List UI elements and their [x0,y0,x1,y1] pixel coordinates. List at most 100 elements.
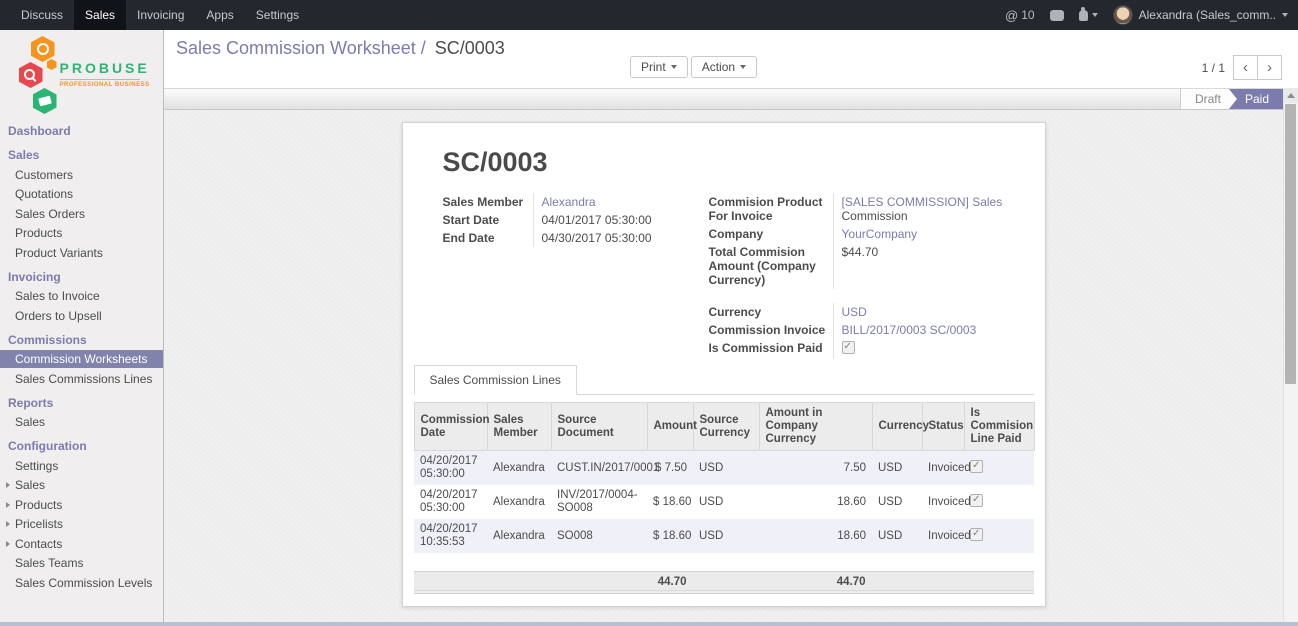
col-amount: Amount [647,403,693,451]
cell-source-currency: USD [693,485,759,519]
sidebar-item-sales-orders[interactable]: Sales Orders [0,205,163,223]
sidebar-item-quotations[interactable]: Quotations [0,185,163,203]
breadcrumb-current: SC/0003 [435,38,505,58]
sidebar-item-config-pricelists[interactable]: Pricelists [0,515,163,533]
field-label: Is Commission Paid [709,339,833,359]
sidebar-item-settings[interactable]: Settings [0,457,163,475]
col-source-document: Source Document [551,403,647,451]
table-row[interactable]: 04/20/2017 10:35:53 Alexandra SO008 $ 18… [414,519,1034,553]
commission-lines-table: Commission Date Sales Member Source Docu… [414,402,1035,553]
action-button[interactable]: Action [691,56,757,78]
user-menu[interactable]: Alexandra (Sales_comm.. [1113,5,1288,25]
sidebar-header-dashboard[interactable]: Dashboard [0,122,163,140]
pager-next-button[interactable] [1258,55,1282,80]
expand-arrow-icon [6,482,10,488]
debug-icon [1079,10,1088,21]
sidebar-item-reports-sales[interactable]: Sales [0,413,163,431]
brand-name: PROBUSE [60,60,146,76]
sidebar-item-sales-commission-levels[interactable]: Sales Commission Levels [0,574,163,592]
sidebar-item-config-sales[interactable]: Sales [0,476,163,494]
cell-source: CUST.IN/2017/0001 [551,451,647,486]
main-area: Sales Commission Worksheet / SC/0003 Pri… [163,30,1298,626]
pager-previous-button[interactable] [1233,55,1258,80]
sidebar-item-orders-to-upsell[interactable]: Orders to Upsell [0,307,163,325]
systray: 10 Alexandra (Sales_comm.. [1005,0,1298,30]
sidebar-item-customers[interactable]: Customers [0,166,163,184]
scroll-up-arrow-icon[interactable] [1284,88,1298,103]
messages-icon[interactable] [1050,10,1064,21]
total-commission-value: $44.70 [833,243,1005,289]
line-paid-checkbox[interactable] [970,494,983,507]
cell-status: Invoiced [922,451,964,486]
nav-sales[interactable]: Sales [74,0,126,30]
probuse-logo[interactable]: PROBUSE PROFESSIONAL BUSINESS [18,36,146,116]
table-row[interactable]: 04/20/2017 05:30:00 Alexandra INV/2017/0… [414,485,1034,519]
sheet-divider [414,590,1034,591]
status-draft[interactable]: Draft [1180,89,1237,109]
hexagon-mini-icon [47,59,57,70]
notebook: Sales Commission Lines Commission Date S… [414,365,1034,594]
sidebar-item-products[interactable]: Products [0,224,163,242]
cell-amount: $ 18.60 [647,485,693,519]
cell-source-currency: USD [693,519,759,553]
start-date-value: 04/01/2017 05:30:00 [533,211,709,229]
cell-currency: USD [872,519,922,553]
content-area: SC/0003 Sales Member Alexandra Start Dat… [163,110,1284,626]
nav-invoicing[interactable]: Invoicing [126,0,195,30]
logo-text: PROBUSE PROFESSIONAL BUSINESS [60,60,146,88]
sidebar-header-configuration[interactable]: Configuration [0,437,163,455]
tab-sales-commission-lines[interactable]: Sales Commission Lines [414,365,577,395]
field-label: End Date [443,229,533,247]
col-status: Status [922,403,964,451]
app-menus: Discuss Sales Invoicing Apps Settings [0,0,310,30]
window-bottom-edge [0,622,1298,626]
breadcrumb-parent-link[interactable]: Sales Commission Worksheet / [176,38,426,58]
line-paid-checkbox[interactable] [970,528,983,541]
sidebar-item-sales-teams[interactable]: Sales Teams [0,554,163,572]
sidebar-item-sales-commissions-lines[interactable]: Sales Commissions Lines [0,370,163,388]
sidebar: PROBUSE PROFESSIONAL BUSINESS Dashboard … [0,30,164,626]
sidebar-item-commission-worksheets[interactable]: Commission Worksheets [0,350,163,368]
sidebar-item-config-contacts[interactable]: Contacts [0,535,163,553]
scrollbar-thumb[interactable] [1285,104,1296,384]
cell-member: Alexandra [487,485,551,519]
nav-apps[interactable]: Apps [195,0,244,30]
brand-tagline: PROFESSIONAL BUSINESS [60,82,146,88]
field-start-date: Start Date 04/01/2017 05:30:00 [443,211,709,229]
chevron-down-icon [740,65,746,69]
sales-member-link[interactable]: Alexandra [542,195,596,209]
line-paid-checkbox[interactable] [970,460,983,473]
expand-arrow-icon [6,502,10,508]
currency-link[interactable]: USD [842,305,867,319]
commission-product-link[interactable]: [SALES COMMISSION] Sales [842,195,1003,209]
sidebar-header-commissions[interactable]: Commissions [0,331,163,349]
sidebar-item-sales-to-invoice[interactable]: Sales to Invoice [0,287,163,305]
sidebar-item-config-products[interactable]: Products [0,496,163,514]
company-link[interactable]: YourCompany [842,227,918,241]
tab-strip: Sales Commission Lines [414,365,1034,395]
status-paid[interactable]: Paid [1229,89,1284,109]
nav-discuss[interactable]: Discuss [10,0,74,30]
debug-menu[interactable] [1079,10,1098,21]
record-title: SC/0003 [443,147,1005,178]
table-row[interactable]: 04/20/2017 05:30:00 Alexandra CUST.IN/20… [414,451,1034,486]
field-column-right: Commision Product For Invoice [SALES COM… [709,193,1005,359]
nav-settings[interactable]: Settings [245,0,310,30]
print-button[interactable]: Print [630,56,688,78]
sidebar-item-label: Contacts [15,537,62,551]
sidebar-header-reports[interactable]: Reports [0,394,163,412]
sidebar-item-product-variants[interactable]: Product Variants [0,244,163,262]
vertical-scrollbar[interactable] [1283,88,1298,626]
col-currency: Currency [872,403,922,451]
sidebar-header-sales[interactable]: Sales [0,146,163,164]
field-commission-product: Commision Product For Invoice [SALES COM… [709,193,1005,225]
logo-divider [60,79,140,80]
is-commission-paid-checkbox[interactable] [842,341,855,354]
field-label: Total Commision Amount (Company Currency… [709,243,833,289]
commission-invoice-link[interactable]: BILL/2017/0003 SC/0003 [842,323,977,337]
cell-member: Alexandra [487,451,551,486]
activity-menu[interactable]: 10 [1005,8,1035,23]
col-is-commission-line-paid: Is Commision Line Paid [964,403,1034,451]
cell-source: INV/2017/0004-SO008 [551,485,647,519]
sidebar-header-invoicing[interactable]: Invoicing [0,268,163,286]
